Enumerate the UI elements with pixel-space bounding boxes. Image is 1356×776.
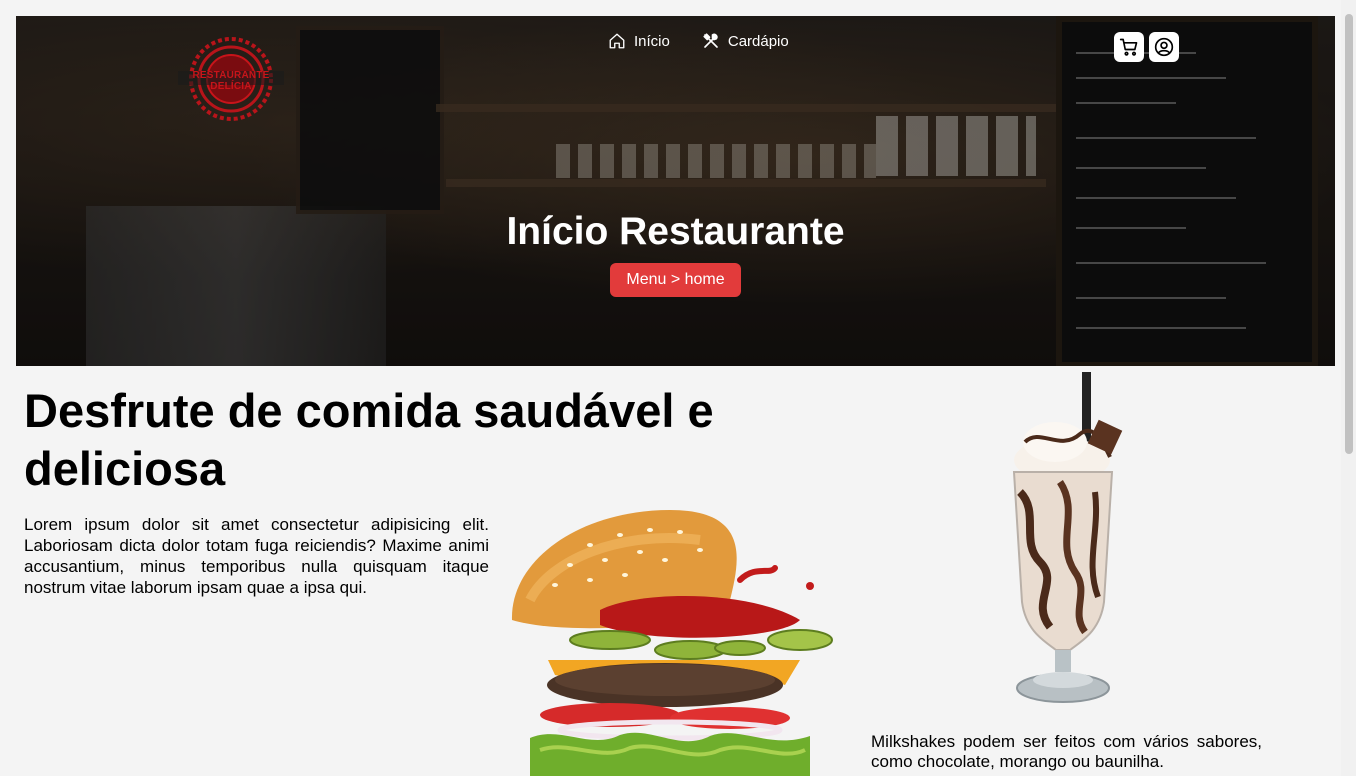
user-icon <box>1154 37 1174 57</box>
scrollbar[interactable] <box>1341 0 1356 776</box>
hero-title: Início Restaurante <box>16 210 1335 254</box>
scrollbar-thumb[interactable] <box>1345 14 1353 454</box>
page-title: Desfrute de comida saudável e deliciosa <box>24 384 714 495</box>
restaurant-logo[interactable]: RESTAURANTE DELÍCIA <box>176 36 286 122</box>
main-nav: Início Cardápio <box>608 32 789 50</box>
cart-button[interactable] <box>1114 32 1144 62</box>
intro-text: Lorem ipsum dolor sit amet consectetur a… <box>24 515 489 597</box>
milkshake-image <box>1012 372 1123 703</box>
nav-item-label: Início <box>634 32 670 50</box>
hero-title-rest: Restaurante <box>608 210 845 253</box>
nav-item-inicio[interactable]: Início <box>608 32 670 50</box>
nav-item-cardapio[interactable]: Cardápio <box>702 32 789 50</box>
utensils-icon <box>703 33 718 48</box>
hero-banner: RESTAURANTE DELÍCIA Início Cardápio Iníc… <box>16 16 1335 366</box>
cart-icon <box>1119 38 1138 56</box>
breadcrumb-badge[interactable]: Menu > home <box>610 263 741 297</box>
milkshake-text: Milkshakes podem ser feitos com vários s… <box>871 732 1262 771</box>
nav-item-label: Cardápio <box>727 32 789 50</box>
hero-title-bold: Início <box>506 210 609 253</box>
home-icon <box>609 33 625 49</box>
user-button[interactable] <box>1149 32 1179 62</box>
burger-image <box>511 510 833 776</box>
logo-text: RESTAURANTE DELÍCIA <box>192 70 270 92</box>
